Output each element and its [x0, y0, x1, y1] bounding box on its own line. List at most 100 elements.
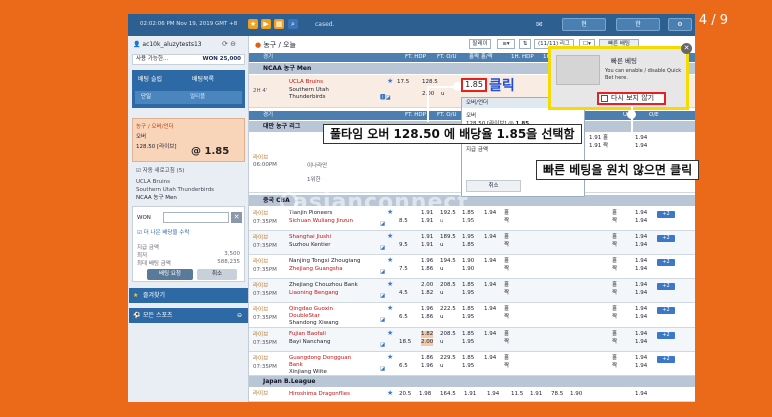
hdp-odds-away[interactable]: 1.96 [421, 363, 433, 370]
info-icon[interactable]: ◪ [380, 245, 385, 252]
under-odds[interactable]: 1.95 [462, 339, 474, 346]
oe-odds-1[interactable]: 1.94 [635, 282, 647, 289]
dont-show-again-checkbox[interactable]: 다시 보지 않기 [597, 92, 666, 105]
oe-odds-2[interactable]: 1.94 [635, 266, 647, 273]
cancel-button[interactable]: 취소 [197, 269, 237, 280]
over-odds[interactable]: 1.85 [462, 306, 474, 313]
star-icon[interactable]: ★ [387, 353, 393, 361]
info-icon[interactable]: 🅸◪ [380, 95, 391, 102]
checkbox-icon[interactable] [601, 95, 608, 102]
oe-odds-1[interactable]: 1.94 [635, 331, 647, 338]
under-odds[interactable]: 1.95 [462, 363, 474, 370]
hdp-odds-away[interactable]: 1.86 [421, 314, 433, 321]
star-icon[interactable]: ★ [387, 256, 393, 264]
hdp-odds-away[interactable]: 1.86 [421, 266, 433, 273]
over-odds[interactable]: 1.85 [462, 331, 474, 338]
subtab-multiple[interactable]: 멀티플 [190, 91, 205, 104]
grid-icon[interactable]: ▦ [274, 19, 284, 29]
oe-odds-1[interactable]: 1.94 [635, 258, 647, 265]
more-bets-button[interactable]: +2 [657, 332, 675, 339]
more-bets-button[interactable]: +2 [657, 356, 675, 363]
over-odds[interactable]: 1.90 [462, 258, 474, 265]
mail-icon[interactable]: ✉ [536, 20, 543, 29]
sort-icon[interactable]: ⇅ [519, 39, 531, 49]
oe-odds-1[interactable]: 1.94 [635, 306, 647, 313]
more-bets-button[interactable]: +2 [657, 259, 675, 266]
tab-betslip[interactable]: 배팅 슬립 [138, 74, 162, 83]
popup-cancel-button[interactable]: 취소 [466, 180, 521, 192]
odd-odds[interactable]: 1.94 [484, 331, 496, 338]
clear-icon[interactable]: ✕ [231, 212, 242, 223]
league-japan[interactable]: Japan B.League [249, 376, 695, 387]
under-odds[interactable]: 1.90 [462, 266, 474, 273]
selected-odds-highlight[interactable]: 1.85 [461, 78, 487, 92]
oe-odds-1[interactable]: 1.94 [635, 355, 647, 362]
more-bets-button[interactable]: +2 [657, 307, 675, 314]
hdp-odds-away[interactable]: 1.91 [421, 242, 433, 249]
close-icon[interactable]: ✕ [681, 43, 692, 54]
hdp-odds-home[interactable]: 1.86 [421, 355, 433, 362]
hdp-odds-away[interactable]: 1.91 [421, 218, 433, 225]
under-odds[interactable]: 1.85 [462, 242, 474, 249]
oe-odds-2[interactable]: 1.94 [635, 242, 647, 249]
hdp-odds-away[interactable]: 2.00 [421, 339, 434, 346]
odd-odds[interactable]: 1.94 [484, 210, 496, 217]
hdp-odds-home[interactable]: 1.82 [421, 331, 434, 338]
more-bets-button[interactable]: +2 [657, 235, 675, 242]
over-odds[interactable]: 1.95 [462, 234, 474, 241]
all-sports[interactable]: ⚽ 모든 스포츠 ⊖ [129, 308, 248, 323]
star-icon[interactable]: ★ [387, 389, 393, 397]
info-icon[interactable]: ◪ [380, 342, 385, 349]
info-icon[interactable]: ◪ [380, 293, 385, 300]
over-odds[interactable]: 1.85 [462, 355, 474, 362]
refresh-icon[interactable]: ⟳ ⊖ [222, 40, 236, 48]
favorites[interactable]: ★ 즐겨찾기 [129, 288, 248, 303]
odd-odds[interactable]: 1.94 [484, 282, 496, 289]
odd-odds[interactable]: 1.94 [484, 234, 496, 241]
auto-refresh[interactable]: ☑ 자동 새로고침 (5) [136, 166, 184, 174]
top-button-2[interactable]: 한 [616, 18, 660, 31]
accept-better-odds[interactable]: ☑ 더 나은 배당을 수락 [137, 228, 189, 236]
odd-odds[interactable]: 1.94 [484, 355, 496, 362]
hdp-odds-home[interactable]: 1.96 [421, 306, 433, 313]
hdp-odds-home[interactable]: 1.96 [421, 258, 433, 265]
oe-odds-1[interactable]: 1.94 [635, 234, 647, 241]
under-odds[interactable]: 1.95 [462, 290, 474, 297]
under-odds[interactable]: 1.95 [462, 314, 474, 321]
oe-odds-2[interactable]: 1.94 [635, 363, 647, 370]
subtab-single[interactable]: 단일 [141, 94, 151, 100]
odd-odds[interactable]: 1.94 [484, 306, 496, 313]
info-icon[interactable]: ◪ [380, 221, 385, 228]
info-icon[interactable]: ◪ [380, 317, 385, 324]
stake-input[interactable] [163, 212, 229, 223]
info-icon[interactable]: ◪ [380, 269, 385, 276]
oe-odds-2[interactable]: 1.94 [635, 314, 647, 321]
hdp-odds-home[interactable]: 1.91 [421, 234, 433, 241]
info-icon[interactable]: ◪ [380, 366, 385, 373]
search-icon[interactable]: ⌕ [288, 19, 298, 29]
place-bet-button[interactable]: 배팅 요청 [147, 269, 193, 280]
hdp-odds-away[interactable]: 1.82 [421, 290, 433, 297]
star-icon[interactable]: ★ [387, 232, 393, 240]
play-icon[interactable]: ▶ [261, 19, 271, 29]
oe-odds-2[interactable]: 1.94 [635, 218, 647, 225]
parlay-button[interactable]: 팔레이 [469, 39, 491, 49]
oe-odds-2[interactable]: 1.94 [635, 290, 647, 297]
star-icon[interactable]: ★ [387, 77, 393, 85]
oe-odds-2[interactable]: 1.94 [635, 339, 647, 346]
hdp-odds-home[interactable]: 2.00 [421, 282, 433, 289]
star-icon[interactable]: ★ [387, 329, 393, 337]
oe-odds-1[interactable]: 1.94 [635, 210, 647, 217]
star-icon[interactable]: ★ [248, 19, 258, 29]
more-bets-button[interactable]: +2 [657, 211, 675, 218]
over-odds[interactable]: 1.85 [462, 282, 474, 289]
top-button-1[interactable]: 현 [562, 18, 606, 31]
star-icon[interactable]: ★ [387, 304, 393, 312]
star-icon[interactable]: ★ [387, 280, 393, 288]
odd-odds[interactable]: 1.94 [484, 258, 496, 265]
tab-betlist[interactable]: 배팅목록 [192, 74, 214, 83]
view-icon[interactable]: ≡▾ [497, 39, 515, 49]
settings-icon[interactable]: ⚙ [668, 18, 692, 31]
more-bets-button[interactable]: +2 [657, 283, 675, 290]
hdp-line: 6.5 [399, 363, 408, 369]
